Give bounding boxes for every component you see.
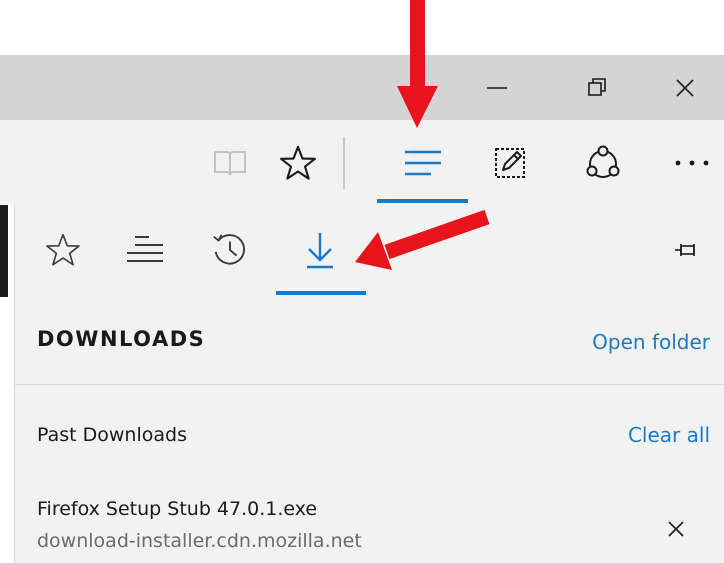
title-bar (0, 55, 724, 120)
hub-icon (404, 150, 441, 175)
restore-icon (588, 77, 606, 96)
hub-active-indicator (377, 199, 468, 203)
tab-reading-list[interactable] (110, 212, 180, 288)
share-icon (586, 145, 620, 178)
web-note-icon (495, 147, 525, 178)
share-button[interactable] (573, 120, 633, 205)
favorite-star-icon (280, 145, 316, 180)
toolbar-separator (343, 137, 345, 189)
favorites-icon (46, 233, 80, 266)
close-icon (676, 78, 694, 97)
pin-button[interactable] (664, 212, 708, 288)
reading-list-icon (127, 236, 163, 262)
restore-button[interactable] (557, 55, 637, 120)
close-icon (668, 521, 684, 537)
reading-view-icon (214, 150, 246, 175)
page-edge (0, 205, 8, 297)
browser-toolbar (0, 120, 724, 205)
hub-button[interactable] (385, 120, 460, 205)
downloads-icon (307, 233, 333, 269)
reading-view-button[interactable] (205, 120, 255, 205)
pin-icon (675, 244, 695, 256)
more-icon (675, 160, 709, 165)
download-source: download-installer.cdn.mozilla.net (37, 530, 362, 552)
minimize-button[interactable] (457, 55, 537, 120)
tab-history[interactable] (200, 212, 260, 288)
downloads-active-indicator (276, 291, 366, 295)
add-favorite-button[interactable] (270, 120, 326, 205)
more-button[interactable] (660, 120, 724, 205)
tab-favorites[interactable] (30, 212, 96, 288)
web-note-button[interactable] (480, 120, 540, 205)
download-filename: Firefox Setup Stub 47.0.1.exe (37, 498, 318, 520)
download-item[interactable]: Firefox Setup Stub 47.0.1.exe download-i… (15, 490, 724, 563)
browser-screenshot: DOWNLOADS Open folder Past Downloads Cle… (0, 0, 724, 563)
clear-all-link[interactable]: Clear all (628, 423, 710, 447)
remove-download-button[interactable] (659, 512, 693, 546)
page-title: DOWNLOADS (37, 327, 206, 351)
section-divider (15, 384, 724, 385)
open-folder-link[interactable]: Open folder (592, 330, 710, 354)
tab-downloads[interactable] (285, 212, 355, 288)
past-downloads-label: Past Downloads (37, 424, 187, 446)
minimize-icon (487, 86, 507, 89)
close-window-button[interactable] (645, 55, 724, 120)
history-icon (213, 234, 245, 265)
